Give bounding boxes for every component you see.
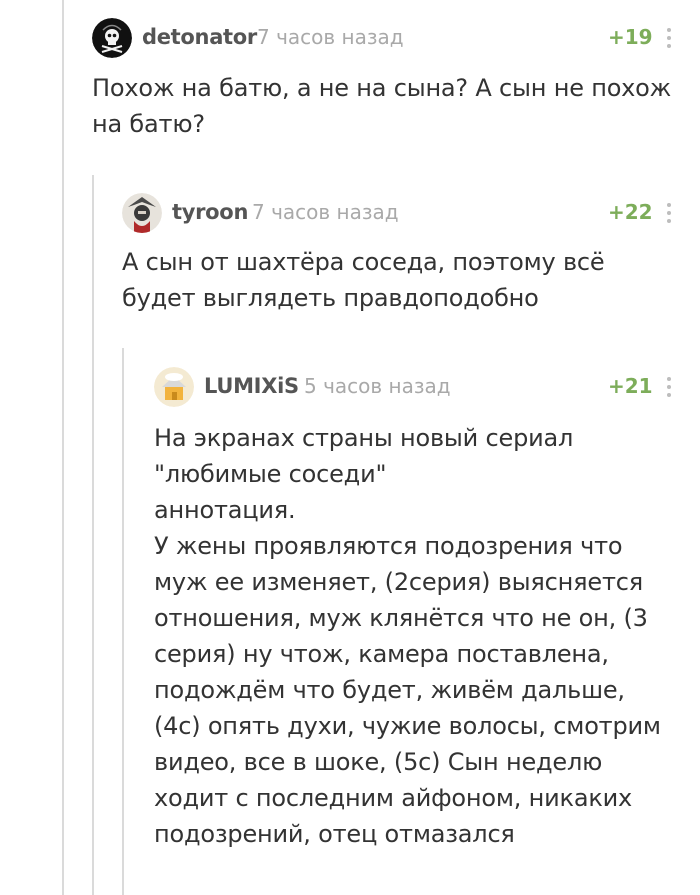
author-name[interactable]: tyroon [172,200,248,224]
comment-time[interactable]: 7 часов назад [257,25,404,49]
comment-text: На экранах страны новый сериал "любимые … [154,424,661,848]
comment-text: А сын от шахтёра соседа, поэтому всё буд… [122,248,605,312]
comment-time[interactable]: 5 часов назад [304,374,451,398]
comment-time[interactable]: 7 часов назад [252,200,399,224]
comment-header: tyroon 7 часов назад +22 [122,193,682,233]
thread-line-level-2[interactable] [92,175,94,895]
rating-value: +22 [608,200,653,224]
rating-value: +21 [608,374,653,398]
more-options-icon[interactable] [664,24,674,52]
rating-value: +19 [608,25,653,49]
author-name[interactable]: LUMIXiS [204,374,299,398]
comment-detonator: detonator 7 часов назад +19 Похож на бат… [92,18,682,142]
more-options-icon[interactable] [664,199,674,227]
samurai-avatar-icon[interactable] [122,193,162,233]
thread-line-level-1[interactable] [62,0,64,895]
comment-header: detonator 7 часов назад +19 [92,18,682,58]
author-name[interactable]: detonator [142,25,257,49]
comment-tyroon: tyroon 7 часов назад +22 А сын от шахтёр… [122,193,682,316]
comment-header: LUMIXiS 5 часов назад +21 [154,367,682,407]
comment-text: Похож на батю, а не на сына? А сын не по… [92,74,672,138]
thread-line-level-3[interactable] [122,348,124,895]
pirate-skull-icon[interactable] [92,18,132,58]
more-options-icon[interactable] [664,373,674,401]
comment-lumixis: LUMIXiS 5 часов назад +21 На экранах стр… [154,367,682,852]
house-avatar-icon[interactable] [154,367,194,407]
